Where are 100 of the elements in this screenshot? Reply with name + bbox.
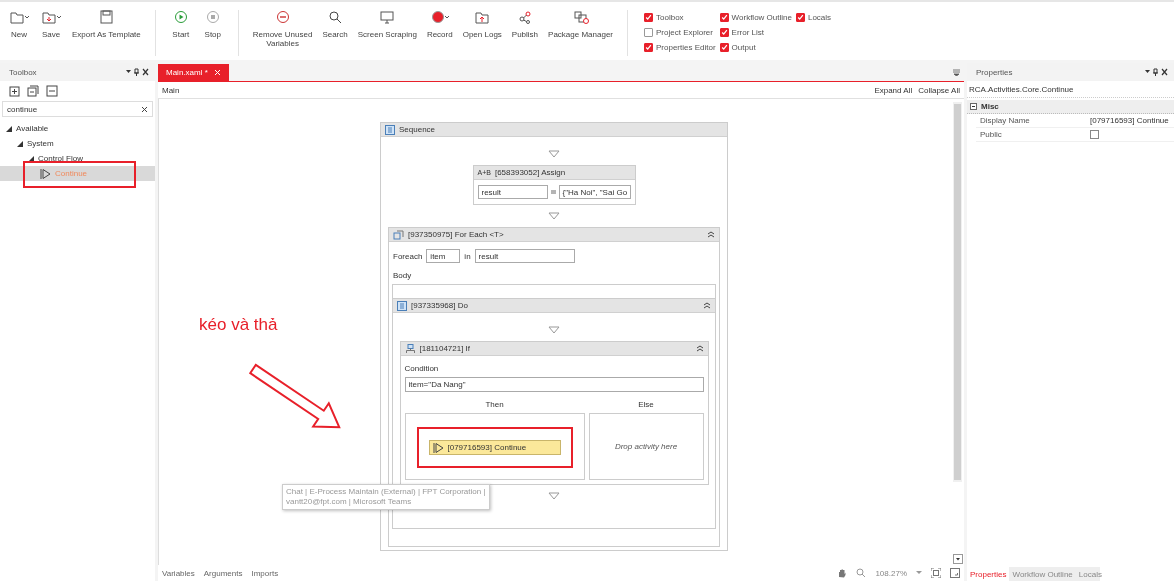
- drop-arrow-icon: [548, 326, 560, 334]
- tree-item[interactable]: System: [0, 136, 155, 151]
- field-label: in: [464, 251, 471, 261]
- search-field[interactable]: continue: [2, 101, 153, 117]
- else-label: Else: [637, 400, 655, 409]
- toolbar-button[interactable]: Open Logs: [458, 10, 506, 48]
- tree-item[interactable]: Available: [0, 121, 155, 136]
- save-folder-icon: [40, 10, 62, 24]
- panel-checkbox[interactable]: Locals: [795, 11, 832, 23]
- continue-icon: [40, 168, 51, 179]
- collapse-all-link[interactable]: Collapse All: [918, 85, 960, 95]
- continue-activity[interactable]: [079716593] Continue: [428, 440, 561, 455]
- checkbox-label: Project Explorer: [656, 27, 713, 37]
- property-value[interactable]: [079716593] Continue: [1090, 116, 1169, 125]
- panel-checkbox[interactable]: Output: [719, 41, 792, 53]
- tree-item[interactable]: Control Flow: [0, 151, 155, 166]
- checkbox[interactable]: [644, 27, 653, 37]
- category-header[interactable]: Misc: [967, 100, 1174, 114]
- clear-icon[interactable]: [141, 105, 148, 113]
- caret-icon[interactable]: [916, 571, 922, 575]
- checkbox[interactable]: [644, 42, 653, 52]
- bottom-tab[interactable]: Variables: [162, 568, 195, 578]
- toolbar-button[interactable]: Package Manager: [544, 10, 617, 48]
- field-label: Foreach: [393, 251, 423, 261]
- panel-checkbox[interactable]: Project Explorer: [644, 26, 716, 38]
- drop-arrow-icon: [548, 212, 560, 220]
- toolbar-button[interactable]: Save: [36, 10, 66, 39]
- input-field[interactable]: result: [474, 249, 575, 263]
- toolbar-button[interactable]: Publish: [507, 10, 543, 48]
- then-label: Then: [484, 400, 505, 409]
- breadcrumb[interactable]: Main: [162, 85, 180, 95]
- collapse-all-icon[interactable]: [27, 85, 39, 97]
- checkbox[interactable]: [719, 27, 729, 37]
- checkbox-label: Properties Editor: [656, 42, 716, 52]
- annotation-text: kéo và thả: [199, 315, 278, 335]
- panel-title: Toolbox: [9, 67, 38, 77]
- if-activity[interactable]: [181104721] If Condition item="Da Nang" Then [079716593] Continue Else Drop activity here: [399, 341, 709, 485]
- zoom-level[interactable]: 108.27%: [875, 568, 907, 578]
- checkbox[interactable]: [1090, 130, 1099, 139]
- toolbar-button[interactable]: Record: [422, 10, 457, 48]
- dropdown-icon[interactable]: [953, 554, 963, 564]
- toolbar-button[interactable]: Export As Template: [68, 10, 145, 39]
- branch-icon: [404, 343, 416, 354]
- body-label: Body: [392, 270, 413, 282]
- input-field[interactable]: result: [477, 185, 548, 199]
- panel-tab[interactable]: Properties: [967, 567, 1010, 581]
- list-icon[interactable]: [46, 85, 58, 97]
- sequence-icon: [385, 124, 395, 135]
- else-drop-area: Drop activity here: [588, 413, 704, 480]
- checkbox-label: Toolbox: [656, 12, 684, 22]
- property-name: Public: [979, 130, 1003, 139]
- toolbar-button[interactable]: Screen Scraping: [353, 10, 421, 48]
- property-name: Display Name: [979, 116, 1031, 125]
- checkbox-label: Output: [731, 42, 756, 52]
- bottom-tab[interactable]: Imports: [251, 568, 279, 578]
- fit-screen-icon[interactable]: [931, 568, 941, 578]
- panel-controls-icon[interactable]: [125, 68, 149, 76]
- scrollbar[interactable]: [953, 102, 962, 482]
- checkbox[interactable]: [719, 12, 729, 22]
- overview-icon[interactable]: [950, 568, 960, 578]
- drop-arrow-icon: [548, 492, 560, 500]
- toolbar-button[interactable]: New: [4, 10, 34, 39]
- expander-icon[interactable]: [17, 140, 23, 147]
- checkbox-label: Locals: [807, 12, 832, 22]
- drop-arrow-icon: [548, 150, 560, 158]
- expand-all-link[interactable]: Expand All: [874, 85, 913, 95]
- activity-header[interactable]: Sequence: [381, 123, 727, 137]
- condition-field[interactable]: item="Da Nang": [404, 377, 704, 392]
- document-tab[interactable]: Main.xaml *: [158, 64, 229, 81]
- type-name: RCA.Activities.Core.Continue: [967, 81, 1174, 98]
- collapse-icon[interactable]: [970, 103, 977, 110]
- field-label: Condition: [404, 364, 440, 373]
- menu-icon[interactable]: [953, 68, 960, 76]
- toolbar-button[interactable]: Start: [165, 10, 196, 39]
- input-field[interactable]: {"Ha Noi", "Sai Go: [558, 185, 631, 199]
- checkbox-label: Error List: [731, 27, 765, 37]
- toolbar-button[interactable]: Remove Unused Variables: [248, 10, 317, 48]
- checkbox[interactable]: [795, 12, 805, 22]
- panel-controls-icon[interactable]: [1144, 68, 1168, 76]
- panel-title: Properties: [976, 67, 1014, 77]
- expand-all-icon[interactable]: [8, 85, 20, 97]
- expander-icon[interactable]: [28, 155, 34, 162]
- expander-icon[interactable]: [6, 125, 12, 132]
- toolbar-button[interactable]: Search: [318, 10, 352, 48]
- loop-icon: [393, 229, 404, 240]
- bottom-tab[interactable]: Arguments: [203, 568, 243, 578]
- continue-icon: [432, 442, 444, 453]
- checkbox[interactable]: [719, 42, 729, 52]
- close-icon[interactable]: [213, 69, 221, 76]
- toolbar-button[interactable]: Stop: [197, 10, 228, 39]
- panel-checkbox[interactable]: Workflow Outline: [719, 11, 792, 23]
- zoom-icon[interactable]: [856, 568, 867, 578]
- checkbox-label: Workflow Outline: [731, 12, 792, 22]
- tooltip: Chat | E-Process Maintain (External) | FPT Corporation | vantt20@fpt.com | Microsoft Teams: [282, 484, 490, 510]
- panel-checkbox[interactable]: Toolbox: [644, 11, 716, 23]
- panel-checkbox[interactable]: Error List: [719, 26, 792, 38]
- input-field[interactable]: item: [426, 249, 461, 263]
- hand-icon[interactable]: [837, 568, 848, 578]
- panel-checkbox[interactable]: Properties Editor: [644, 41, 716, 53]
- checkbox[interactable]: [644, 12, 653, 22]
